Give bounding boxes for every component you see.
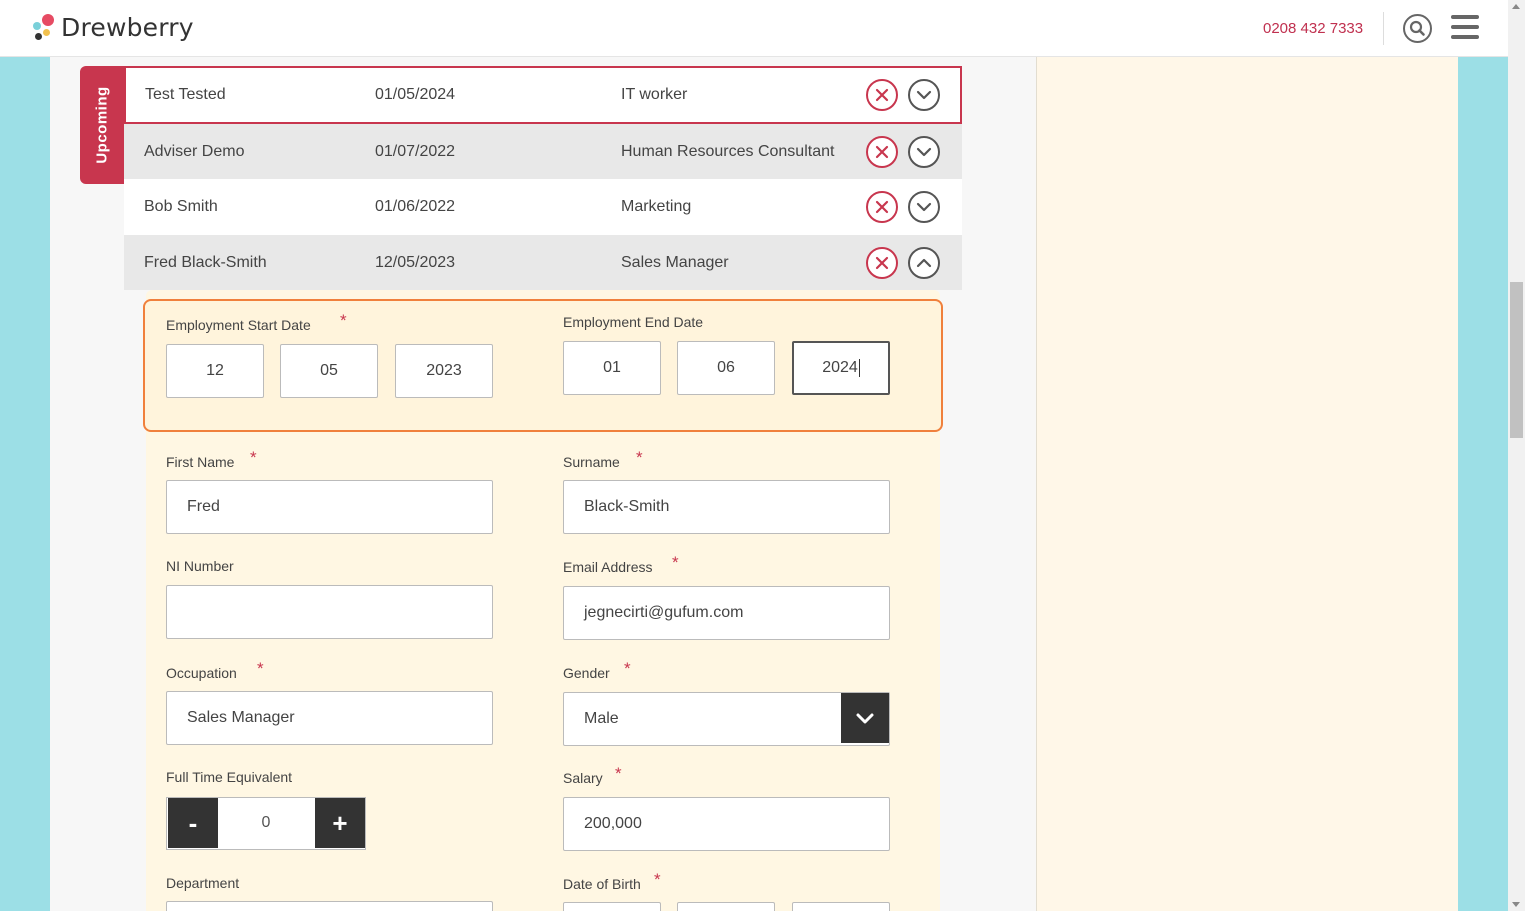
required-mark: * (257, 659, 264, 678)
expand-button[interactable] (908, 135, 940, 168)
end-month-input[interactable]: 06 (677, 341, 775, 395)
salary-label: Salary (563, 770, 603, 786)
page-scrollbar[interactable] (1508, 0, 1525, 911)
collapse-button[interactable] (908, 246, 940, 279)
department-input[interactable] (166, 901, 493, 911)
first-name-input[interactable]: Fred (166, 480, 493, 534)
chevron-down-icon (916, 147, 932, 156)
ni-number-input[interactable] (166, 585, 493, 639)
occupation-input[interactable]: Sales Manager (166, 691, 493, 745)
close-icon (875, 145, 889, 158)
required-mark: * (654, 870, 661, 889)
salary-input[interactable]: 200,000 (563, 797, 890, 851)
department-label: Department (166, 875, 240, 891)
required-mark: * (250, 448, 257, 467)
employee-row[interactable]: Test Tested 01/05/2024 IT worker (124, 66, 962, 124)
close-icon (875, 256, 889, 269)
menu-button[interactable] (1451, 15, 1479, 41)
employee-role: IT worker (621, 86, 688, 103)
logo-icon (31, 13, 57, 42)
scroll-down-arrow-icon[interactable] (1512, 902, 1520, 907)
start-month-input[interactable]: 05 (280, 344, 378, 398)
employee-row[interactable]: Adviser Demo 01/07/2022 Human Resources … (124, 124, 962, 179)
employee-role: Sales Manager (621, 253, 729, 271)
gender-label: Gender (563, 665, 610, 681)
upcoming-tab[interactable]: Upcoming (80, 66, 124, 184)
employee-role: Human Resources Consultant (621, 142, 835, 160)
surname-label: Surname (563, 454, 620, 470)
employee-name: Fred Black-Smith (144, 253, 267, 271)
gender-select[interactable]: Male (563, 692, 890, 746)
end-year-input[interactable]: 2024 (792, 341, 890, 395)
upcoming-tab-label: Upcoming (93, 86, 111, 164)
fte-stepper: - 0 + (166, 797, 366, 850)
ni-number-label: NI Number (166, 558, 234, 574)
required-mark: * (672, 553, 679, 572)
gender-value: Male (584, 710, 619, 727)
page-content: Upcoming Test Tested 01/05/2024 IT worke… (50, 57, 1458, 911)
employee-name: Bob Smith (144, 198, 218, 215)
expand-button[interactable] (908, 191, 940, 223)
employee-name: Test Tested (145, 86, 226, 103)
end-date-label: Employment End Date (563, 314, 704, 330)
dob-year-input[interactable] (792, 902, 890, 911)
first-name-label: First Name (166, 454, 235, 470)
remove-button[interactable] (866, 135, 898, 168)
close-icon (875, 88, 889, 102)
header-divider (1383, 12, 1384, 45)
menu-icon (1451, 15, 1479, 19)
fte-increment-button[interactable]: + (315, 798, 365, 848)
required-mark: * (615, 764, 622, 783)
employee-name: Adviser Demo (144, 142, 245, 160)
remove-button[interactable] (866, 191, 898, 223)
scroll-up-arrow-icon[interactable] (1512, 4, 1520, 9)
remove-button[interactable] (866, 79, 898, 111)
chevron-down-icon (916, 90, 932, 100)
end-year-value: 2024 (822, 359, 858, 376)
brand-logo[interactable]: Drewberry (31, 13, 194, 42)
text-caret (858, 359, 860, 377)
employee-role: Marketing (621, 198, 692, 215)
required-mark: * (340, 311, 347, 330)
chevron-up-icon (916, 258, 932, 267)
right-panel (1036, 57, 1458, 911)
fte-decrement-button[interactable]: - (168, 798, 218, 848)
start-day-input[interactable]: 12 (166, 344, 264, 398)
fte-value[interactable]: 0 (217, 798, 315, 848)
site-header: Drewberry 0208 432 7333 (0, 0, 1508, 57)
scrollbar-thumb[interactable] (1510, 282, 1523, 438)
search-icon (1409, 20, 1425, 36)
fte-label: Full Time Equivalent (166, 769, 293, 785)
required-mark: * (636, 448, 643, 467)
start-date-label: Employment Start Date (166, 317, 311, 333)
employee-date: 01/05/2024 (375, 86, 456, 103)
occupation-label: Occupation (166, 665, 237, 681)
end-day-input[interactable]: 01 (563, 341, 661, 395)
employee-detail-form: Employment Start Date * 12 05 2023 Emplo… (143, 290, 943, 911)
chevron-down-icon (916, 202, 932, 212)
employee-row[interactable]: Fred Black-Smith 12/05/2023 Sales Manage… (124, 235, 962, 290)
employee-date: 01/07/2022 (375, 142, 456, 160)
surname-input[interactable]: Black-Smith (563, 480, 890, 534)
dob-label: Date of Birth (563, 876, 641, 892)
dob-month-input[interactable] (677, 902, 775, 911)
employee-row[interactable]: Bob Smith 01/06/2022 Marketing (124, 179, 962, 235)
required-mark: * (624, 659, 631, 678)
phone-link[interactable]: 0208 432 7333 (1263, 20, 1363, 37)
email-label: Email Address (563, 559, 653, 575)
dob-day-input[interactable] (563, 902, 661, 911)
chevron-down-icon (856, 713, 874, 724)
expand-button[interactable] (908, 79, 940, 111)
search-button[interactable] (1403, 14, 1432, 43)
employee-date: 12/05/2023 (375, 253, 456, 271)
close-icon (875, 200, 889, 214)
employee-date: 01/06/2022 (375, 198, 456, 215)
brand-name: Drewberry (61, 13, 194, 42)
start-year-input[interactable]: 2023 (395, 344, 493, 398)
remove-button[interactable] (866, 246, 898, 279)
dropdown-toggle[interactable] (841, 693, 889, 743)
email-input[interactable]: jegnecirti@gufum.com (563, 586, 890, 640)
